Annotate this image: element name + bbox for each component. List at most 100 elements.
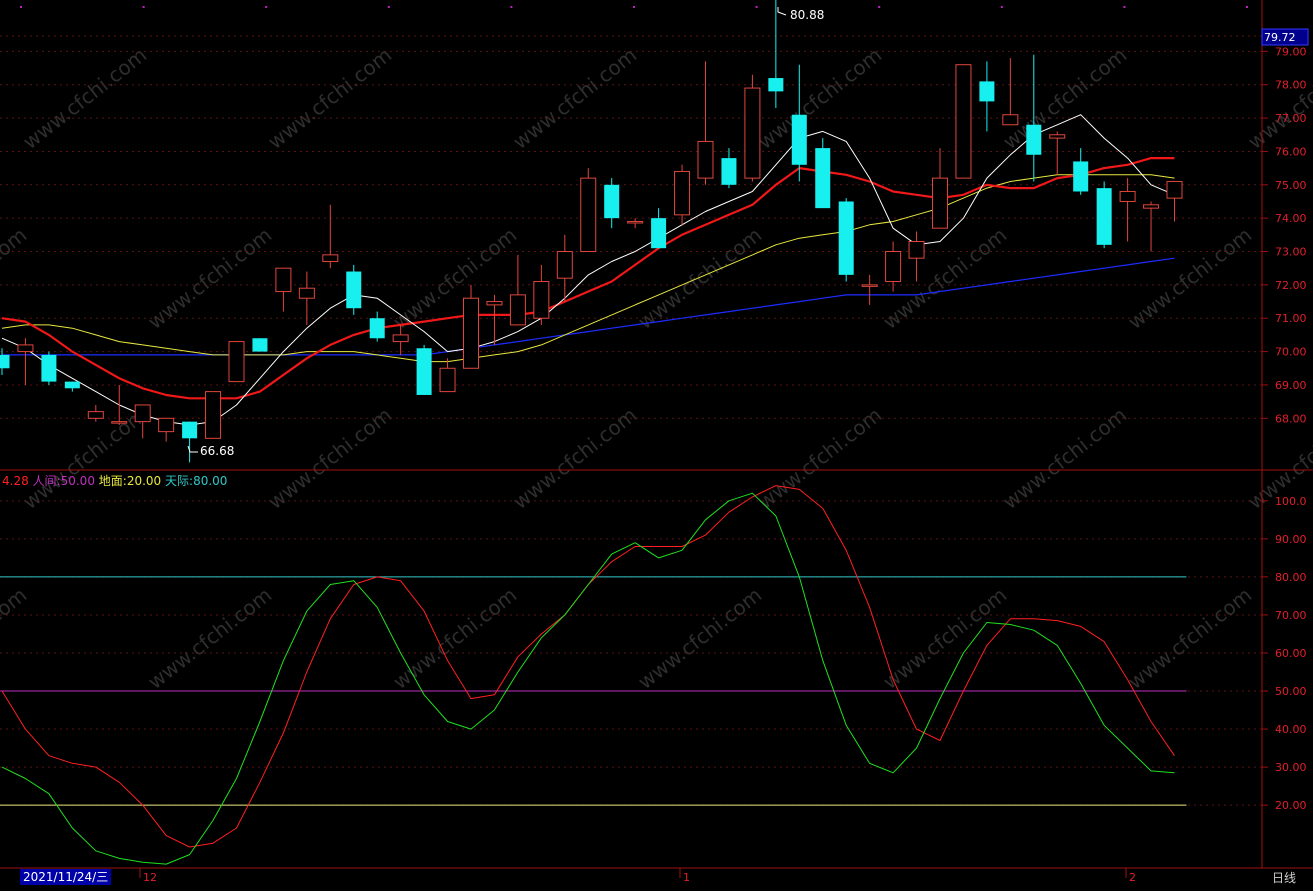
watermark-text: www.cfchi.com [753,403,886,514]
watermark-text: www.cfchi.com [1243,43,1313,154]
candle-body-up [87,411,104,419]
candle-body-up [205,391,222,439]
indicator-tick-label: 100.0 [1275,495,1307,508]
period-label[interactable]: 日线 [1272,869,1296,886]
candle-body-down [182,421,198,439]
month-tick-label: 2 [1129,871,1136,884]
candle-body-up [744,87,761,179]
legend-di-value: 20.00 [126,474,162,488]
candle-body-up [111,421,128,424]
indicator-tick-label: 40.00 [1275,723,1307,736]
candle-body-down [815,148,831,209]
legend-di-label: 地面: [98,474,127,488]
candle-body-down [252,338,268,352]
candle-body-down [604,184,620,219]
indicator-tick-label: 70.00 [1275,609,1307,622]
ma5-line [1,114,1175,426]
price-tick-label: 70.00 [1275,346,1307,359]
chart-canvas[interactable]: www.cfchi.com www.cfchi.com www.cfchi.com w… [0,0,1313,887]
indicator-tick-label: 50.00 [1275,685,1307,698]
watermark-text: www.cfchi.com [0,583,31,694]
watermark-text: www.cfchi.com [18,43,151,154]
candle-body-down [979,81,995,102]
candle-body-down [346,271,362,309]
watermark-text: www.cfchi.com [143,223,276,334]
candle-body-up [932,177,948,229]
watermark-text: www.cfchi.com [263,43,396,154]
top-marker-dot [633,6,635,8]
price-tick-label: 74.00 [1275,212,1307,225]
price-tick-label: 71.00 [1275,312,1307,325]
low-annotation: 66.68 [187,444,234,458]
candle-body-up [298,287,315,299]
candle-body-down [1096,188,1112,245]
candle-body-up [697,140,714,179]
month-tick-label: 12 [143,871,157,884]
candle-body-down [838,201,854,275]
price-tick-label: 79.00 [1275,45,1307,58]
candle-body-up [1002,114,1019,126]
price-tick-label: 76.00 [1275,145,1307,158]
month-tick-label: 1 [683,871,690,884]
watermark-text: www.cfchi.com [753,43,886,154]
watermark-text: www.cfchi.com [508,403,641,514]
candle-body-up [1049,134,1066,139]
watermark-text: www.cfchi.com [263,403,396,514]
legend-value-fragment: 4.28 [2,474,29,488]
indicator-levels [0,576,1187,806]
watermark-text: www.cfchi.com [1123,223,1256,334]
candle-body-down [1073,161,1089,192]
price-tick-label: 73.00 [1275,246,1307,259]
price-tick-label: 69.00 [1275,379,1307,392]
candle-body-up [322,254,339,263]
top-marker-dot [142,6,145,8]
candle-body-down [64,381,80,389]
indicator-d-line [1,492,1175,865]
top-marker-dot [387,6,390,8]
high-label: 80.88 [790,8,824,22]
candle-body-up [556,251,573,279]
candle-body-up [509,294,526,326]
candle-body-up [955,64,972,179]
price-tick-label: 77.00 [1275,112,1307,125]
high-marker-icon [777,7,787,16]
candle-body-up [275,267,292,293]
watermark-text: www.cfchi.com [18,403,151,514]
indicator-tick-label: 60.00 [1275,647,1307,660]
legend-ren-value: 50.00 [60,474,95,488]
indicator-tick-label: 90.00 [1275,533,1307,546]
watermark-text: www.cfchi.com [388,583,521,694]
candle-body-up [1119,190,1136,202]
watermark-text: www.cfchi.com [1123,583,1256,694]
watermark-layer: www.cfchi.com www.cfchi.com www.cfchi.com w… [0,43,1313,694]
price-tick-label: 68.00 [1275,412,1307,425]
candle-body-up [885,251,902,283]
candle-body-up [908,241,925,259]
price-tick-label: 75.00 [1275,179,1307,192]
current-price-label: 79.72 [1264,31,1296,44]
cursor-date-label: 2021/11/24/三 [20,869,112,885]
candle-body-up [861,284,878,287]
legend-ren-label: 人间: [32,474,61,488]
candle-body-down [791,114,807,165]
top-marker-dot [878,6,881,8]
legend-tian-label: 天际: [165,474,194,488]
moving-averages [1,114,1175,426]
top-marker-dot [755,6,758,8]
indicator-legend: 4.28 人间:50.00 地面:20.00 天际:80.00 [2,472,227,489]
watermark-text: www.cfchi.com [878,583,1011,694]
watermark-text: www.cfchi.com [998,403,1131,514]
high-annotation: 80.88 [777,7,824,22]
candle-body-up [228,341,245,383]
candle-body-up [17,344,34,353]
price-tick-label: 72.00 [1275,279,1307,292]
watermark-text: www.cfchi.com [508,43,641,154]
indicator-tick-label: 20.00 [1275,799,1307,812]
candle-body-up [533,281,550,319]
top-marker-dot [1246,6,1248,8]
top-marker-dot [265,6,268,8]
watermark-text: www.cfchi.com [143,583,276,694]
top-marker-dot [510,6,513,8]
stock-chart-window[interactable]: www.cfchi.com www.cfchi.com www.cfchi.com w… [0,0,1313,887]
month-ticks: 12 1 2 [139,868,1136,884]
